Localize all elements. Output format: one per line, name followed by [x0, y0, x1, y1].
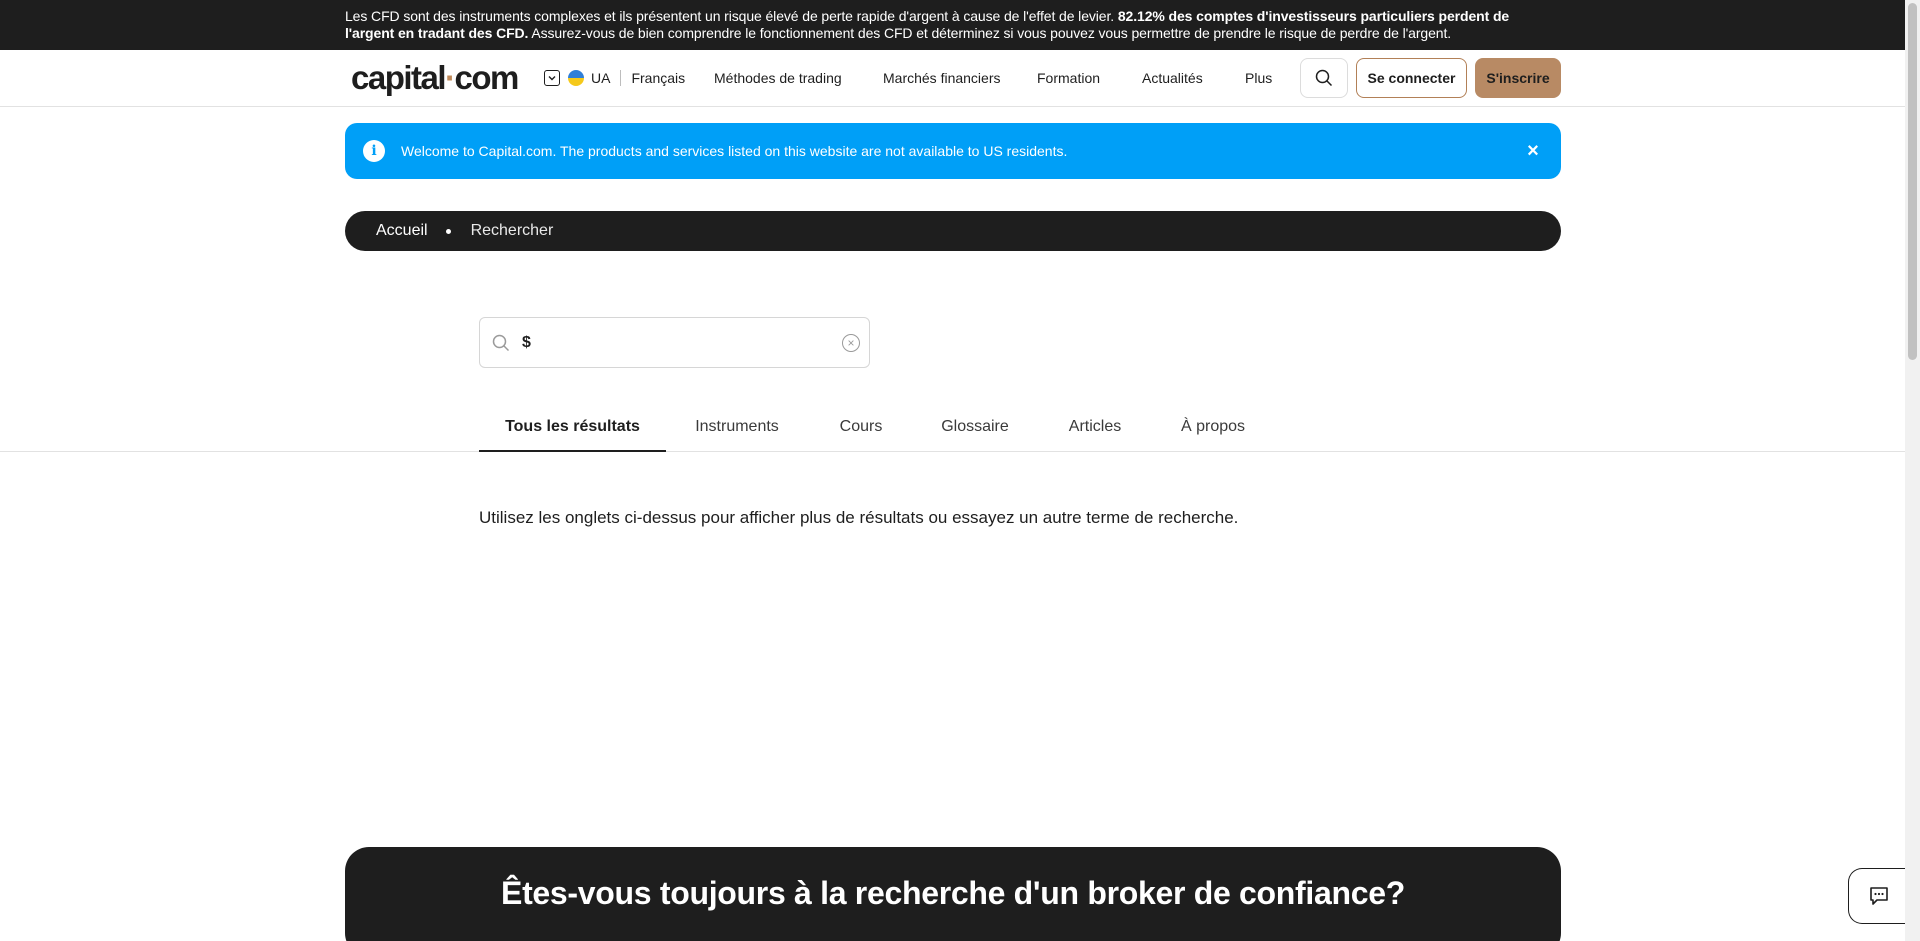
tab-articles[interactable]: Articles	[1064, 416, 1126, 452]
logo-dot: ·	[445, 59, 456, 96]
risk-text-part-1: Les CFD sont des instruments complexes e…	[345, 8, 1118, 24]
page-scrollbar[interactable]	[1905, 0, 1920, 941]
close-icon[interactable]: ×	[1521, 139, 1545, 163]
clear-search-icon[interactable]: ×	[842, 334, 860, 352]
breadcrumb-current: Rechercher	[470, 222, 554, 239]
nav-trading-methods[interactable]: Méthodes de trading	[714, 68, 842, 88]
cta-title: Êtes-vous toujours à la recherche d'un b…	[501, 875, 1405, 911]
tab-instruments[interactable]: Instruments	[692, 416, 782, 452]
header-search-button[interactable]	[1300, 58, 1348, 98]
divider	[620, 70, 622, 86]
breadcrumb: Accueil Rechercher	[345, 211, 1561, 251]
signup-button[interactable]: S'inscrire	[1475, 58, 1561, 98]
scrollbar-thumb[interactable]	[1908, 3, 1917, 360]
risk-warning-banner: Les CFD sont des instruments complexes e…	[0, 0, 1905, 50]
tab-all-results[interactable]: Tous les résultats	[479, 416, 666, 452]
nav-more[interactable]: Plus	[1245, 68, 1272, 88]
nav-education[interactable]: Formation	[1037, 68, 1100, 88]
tab-about[interactable]: À propos	[1177, 416, 1249, 452]
nav-financial-markets[interactable]: Marchés financiers	[883, 68, 1001, 88]
login-button[interactable]: Se connecter	[1356, 58, 1467, 98]
region-code: UA	[591, 70, 611, 86]
chat-icon	[1869, 887, 1888, 905]
ukraine-flag-icon	[568, 70, 584, 86]
search-hint-text: Utilisez les onglets ci-dessus pour affi…	[479, 508, 1239, 527]
logo-part-1: capital	[351, 59, 447, 96]
nav-news[interactable]: Actualités	[1142, 68, 1203, 88]
broker-cta-section: Êtes-vous toujours à la recherche d'un b…	[345, 847, 1561, 941]
search-box: ×	[479, 317, 870, 368]
tab-quotes[interactable]: Cours	[834, 416, 888, 452]
risk-text-part-2: Assurez-vous de bien comprendre le fonct…	[528, 25, 1452, 41]
logo-part-2: com	[454, 59, 520, 96]
info-icon: i	[363, 140, 385, 162]
breadcrumb-separator	[445, 228, 451, 234]
tab-glossary[interactable]: Glossaire	[938, 416, 1012, 452]
breadcrumb-home[interactable]: Accueil	[376, 222, 428, 240]
capital-logo[interactable]: capital·com	[351, 58, 520, 98]
region-language-selector[interactable]: UA Français	[544, 68, 685, 88]
notice-text: Welcome to Capital.com. The products and…	[401, 143, 1068, 159]
chat-button[interactable]	[1848, 868, 1908, 924]
risk-warning-text: Les CFD sont des instruments complexes e…	[345, 8, 1525, 42]
search-icon	[1315, 69, 1333, 87]
site-header: capital·com UA Français Méthodes de trad…	[0, 50, 1905, 107]
search-icon	[492, 334, 510, 352]
chevron-down-icon	[544, 70, 560, 86]
us-residents-notice: i Welcome to Capital.com. The products a…	[345, 123, 1561, 179]
language-label: Français	[631, 70, 686, 86]
search-input[interactable]	[522, 330, 822, 356]
